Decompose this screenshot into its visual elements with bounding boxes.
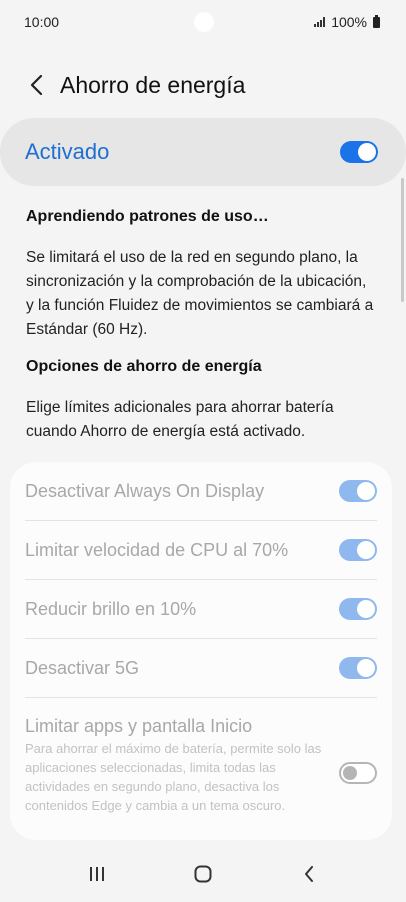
status-time: 10:00	[24, 14, 60, 30]
camera-cutout	[194, 12, 214, 32]
option-toggle[interactable]	[339, 598, 377, 620]
status-indicators: 100%	[314, 14, 380, 30]
home-icon[interactable]	[173, 854, 233, 894]
option-label: Desactivar Always On Display	[25, 480, 265, 501]
option-toggle[interactable]	[339, 762, 377, 784]
option-toggle[interactable]	[339, 480, 377, 502]
option-label: Limitar apps y pantalla Inicio	[25, 716, 253, 736]
option-reduce-brightness[interactable]: Reducir brillo en 10%	[25, 580, 377, 639]
option-label: Limitar velocidad de CPU al 70%	[25, 539, 289, 560]
back-icon[interactable]	[279, 854, 339, 894]
options-section-description: Elige límites adicionales para ahorrar b…	[26, 399, 334, 440]
learning-description: Se limitará el uso de la red en segundo …	[26, 249, 374, 338]
master-switch-bar[interactable]: Activado	[0, 118, 406, 186]
option-toggle[interactable]	[339, 657, 377, 679]
page-title: Ahorro de energía	[60, 71, 246, 98]
option-disable-5g[interactable]: Desactivar 5G	[25, 639, 377, 698]
battery-percent: 100%	[331, 14, 367, 30]
options-section-title: Opciones de ahorro de energía	[26, 358, 262, 375]
scrollbar[interactable]	[401, 178, 404, 302]
back-arrow-icon[interactable]	[16, 65, 56, 105]
toggle-knob	[358, 143, 376, 161]
navigation-bar	[0, 846, 406, 902]
option-limit-apps[interactable]: Limitar apps y pantalla Inicio Para ahor…	[25, 710, 377, 815]
option-disable-aod[interactable]: Desactivar Always On Display	[25, 462, 377, 521]
master-toggle[interactable]	[340, 141, 378, 163]
signal-icon	[314, 17, 326, 27]
header: Ahorro de energía	[0, 62, 406, 108]
option-label: Desactivar 5G	[25, 657, 140, 678]
recents-icon[interactable]	[67, 854, 127, 894]
battery-icon	[373, 14, 380, 28]
option-description: Para ahorrar el máximo de batería, permi…	[25, 741, 322, 813]
option-limit-cpu[interactable]: Limitar velocidad de CPU al 70%	[25, 521, 377, 580]
option-label: Reducir brillo en 10%	[25, 598, 197, 619]
learning-title: Aprendiendo patrones de uso…	[26, 208, 269, 225]
option-toggle[interactable]	[339, 539, 377, 561]
master-switch-label: Activado	[25, 139, 110, 164]
options-card: Desactivar Always On Display Limitar vel…	[10, 462, 392, 840]
